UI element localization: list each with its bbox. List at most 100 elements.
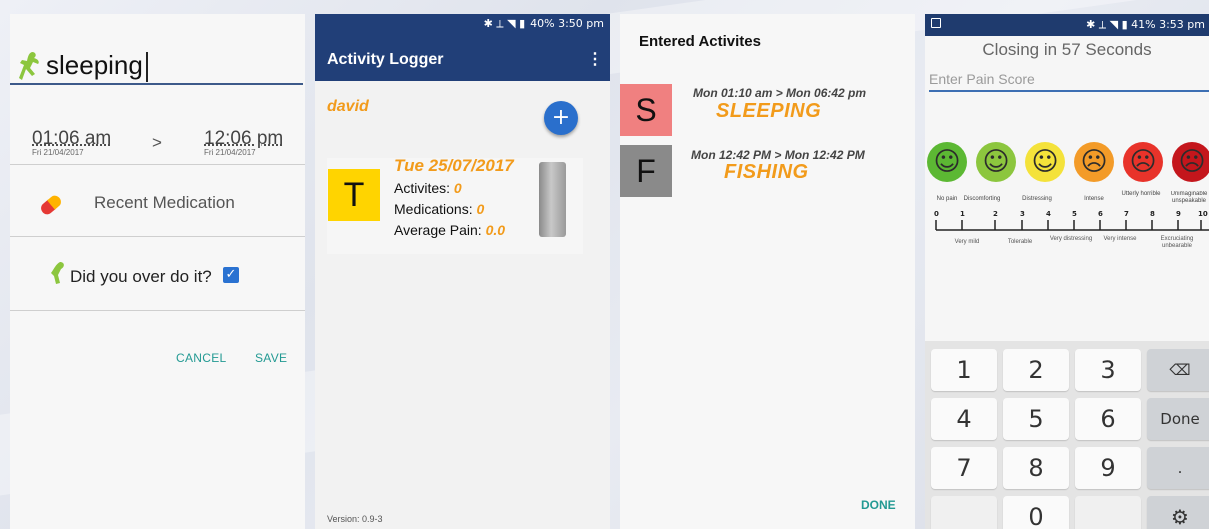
activities-count: Activites: 0 — [394, 180, 462, 196]
medications-value: 0 — [476, 201, 485, 217]
input-underline — [929, 90, 1209, 92]
divider — [10, 236, 305, 237]
activity-letter-tile: F — [620, 145, 672, 197]
key-8[interactable]: 8 — [1003, 447, 1069, 489]
key-1[interactable]: 1 — [931, 349, 997, 391]
scale-number: 0 — [934, 210, 939, 218]
unimaginable-face-icon[interactable]: ☹ — [1172, 142, 1209, 182]
recent-medication-button[interactable]: Recent Medication — [94, 193, 235, 213]
face-label: Unimaginable unspeakable — [1170, 191, 1208, 204]
day-letter-tile: T — [328, 169, 380, 221]
overdo-checkbox[interactable]: ✓ — [223, 267, 239, 283]
activities-label: Activites: — [394, 180, 451, 196]
activity-name[interactable]: SLEEPING — [716, 100, 821, 123]
scale-number: 9 — [1176, 210, 1181, 218]
numeric-keypad: 1 2 3 ⌫ 4 5 6 Done 7 8 9 . 0 ⚙ — [925, 341, 1209, 529]
face-label: Intense — [1084, 196, 1104, 202]
medications-label: Medications: — [394, 201, 473, 217]
blank-key — [1075, 496, 1141, 529]
face-label: Discomforting — [963, 196, 1001, 202]
scale-number: 6 — [1098, 210, 1103, 218]
done-key[interactable]: Done — [1147, 398, 1209, 440]
app-title: Activity Logger — [327, 51, 444, 68]
pain-level-bar — [539, 162, 566, 237]
activity-letter-tile: S — [620, 84, 672, 136]
medications-count: Medications: 0 — [394, 201, 484, 217]
summary-date: Tue 25/07/2017 — [394, 156, 514, 175]
divider — [10, 164, 305, 165]
key-3[interactable]: 3 — [1075, 349, 1141, 391]
key-0[interactable]: 0 — [1003, 496, 1069, 529]
backspace-icon[interactable]: ⌫ — [1147, 349, 1209, 391]
entered-activities-title: Entered Activites — [639, 33, 761, 50]
scale-number: 5 — [1072, 210, 1077, 218]
pain-scale-ruler — [935, 220, 1209, 231]
scale-sublabel: Very distressing — [1049, 236, 1093, 242]
overdo-label: Did you over do it? — [70, 267, 212, 286]
end-date: Fri 21/04/2017 — [204, 148, 256, 157]
utterly-horrible-face-icon[interactable]: ☹ — [1123, 142, 1163, 182]
notification-icon — [931, 18, 941, 28]
scale-number: 4 — [1046, 210, 1051, 218]
intense-face-icon[interactable]: ☹ — [1074, 142, 1114, 182]
distressing-face-icon[interactable]: ☺ — [1025, 142, 1065, 182]
activity-entry-screen: sleeping 01:06 am Fri 21/04/2017 > 12:06… — [10, 14, 305, 529]
scale-number: 10 — [1198, 210, 1208, 218]
pain-score-input[interactable]: Enter Pain Score — [929, 71, 1035, 87]
pain-value: 0.0 — [485, 222, 506, 238]
key-4[interactable]: 4 — [931, 398, 997, 440]
pill-icon[interactable] — [36, 190, 66, 220]
add-activity-button[interactable]: + — [544, 101, 578, 135]
scale-sublabel: Tolerable — [1007, 239, 1033, 245]
version-label: Version: 0.9-3 — [327, 514, 383, 524]
divider — [10, 310, 305, 311]
end-time[interactable]: 12:06 pm — [204, 128, 283, 150]
status-icons: ✱ ⟂ ◥ ▮ — [1086, 18, 1132, 31]
save-button[interactable]: SAVE — [255, 351, 287, 365]
activity-time-range: Mon 01:10 am > Mon 06:42 pm — [693, 86, 867, 100]
key-2[interactable]: 2 — [1003, 349, 1069, 391]
scale-number: 7 — [1124, 210, 1129, 218]
start-date: Fri 21/04/2017 — [32, 148, 84, 157]
key-6[interactable]: 6 — [1075, 398, 1141, 440]
pain-score-screen: ✱ ⟂ ◥ ▮ 41% 3:53 pm Closing in 57 Second… — [925, 14, 1209, 529]
pain-label: Average Pain: — [394, 222, 482, 238]
start-time[interactable]: 01:06 am — [32, 128, 111, 150]
activity-time-range: Mon 12:42 PM > Mon 12:42 PM — [691, 148, 865, 162]
status-text: 40% 3:50 pm — [530, 17, 604, 30]
runner-icon — [19, 52, 39, 80]
scale-number: 2 — [993, 210, 998, 218]
average-pain: Average Pain: 0.0 — [394, 222, 505, 238]
activity-name-input[interactable]: sleeping — [46, 50, 143, 81]
leaf-runner-icon — [51, 262, 64, 284]
scale-sublabel: Very mild — [954, 239, 980, 245]
closing-countdown: Closing in 57 Seconds — [982, 40, 1152, 59]
input-underline — [10, 83, 303, 85]
done-button[interactable]: DONE — [861, 498, 896, 512]
overflow-menu-icon[interactable]: ⋮ — [587, 49, 603, 69]
key-5[interactable]: 5 — [1003, 398, 1069, 440]
blank-key — [931, 496, 997, 529]
settings-gear-icon[interactable]: ⚙ — [1147, 496, 1209, 529]
face-label: Utterly horrible — [1121, 191, 1161, 197]
activities-value: 0 — [453, 180, 462, 196]
scale-sublabel: Excruciating unbearable — [1160, 236, 1194, 249]
key-7[interactable]: 7 — [931, 447, 997, 489]
key-9[interactable]: 9 — [1075, 447, 1141, 489]
time-range-arrow: > — [152, 133, 162, 152]
scale-number: 8 — [1150, 210, 1155, 218]
discomforting-face-icon[interactable]: ☺ — [976, 142, 1016, 182]
user-name: david — [327, 98, 369, 115]
status-bar: ✱ ⟂ ◥ ▮ 41% 3:53 pm — [925, 14, 1209, 36]
scale-sublabel: Very intense — [1103, 236, 1137, 242]
no-pain-face-icon[interactable]: ☺ — [927, 142, 967, 182]
face-label: Distressing — [1022, 196, 1052, 202]
status-text: 41% 3:53 pm — [1131, 18, 1205, 31]
text-cursor — [146, 52, 148, 82]
activity-name[interactable]: FISHING — [724, 161, 809, 184]
scale-number: 3 — [1020, 210, 1025, 218]
status-bar: ✱ ⟂ ◥ ▮ 40% 3:50 pm — [315, 14, 610, 33]
entered-activities-screen: Entered Activites S Mon 01:10 am > Mon 0… — [620, 14, 915, 529]
cancel-button[interactable]: CANCEL — [176, 351, 226, 365]
decimal-key[interactable]: . — [1147, 447, 1209, 489]
